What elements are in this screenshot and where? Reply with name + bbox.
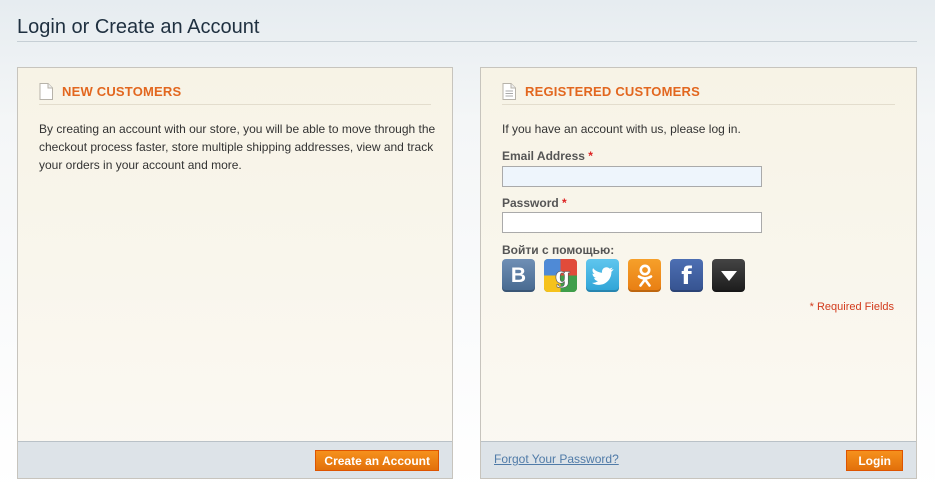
odnoklassniki-login-button[interactable] [628, 259, 661, 292]
email-label-text: Email Address [502, 149, 585, 163]
required-fields-note: * Required Fields [809, 301, 894, 313]
registered-customers-header: REGISTERED CUSTOMERS [502, 83, 895, 105]
required-mark: * [588, 149, 593, 163]
twitter-login-button[interactable] [586, 259, 619, 292]
new-customers-header: NEW CUSTOMERS [39, 83, 431, 105]
page-title: Login or Create an Account [17, 16, 260, 38]
password-field[interactable] [502, 212, 762, 233]
new-customers-panel: NEW CUSTOMERS By creating an account wit… [17, 67, 453, 479]
odnoklassniki-icon [637, 264, 652, 287]
triangle-down-icon [720, 270, 737, 281]
email-field[interactable] [502, 166, 762, 187]
login-button[interactable]: Login [846, 450, 903, 471]
twitter-icon [591, 266, 614, 285]
google-icon: g [544, 259, 577, 292]
facebook-icon: f [681, 261, 692, 290]
registered-description: If you have an account with us, please l… [502, 122, 741, 136]
vk-login-button[interactable]: B [502, 259, 535, 292]
social-login-label: Войти с помощью: [502, 243, 615, 257]
forgot-password-link[interactable]: Forgot Your Password? [494, 452, 619, 466]
vk-icon: B [510, 263, 527, 287]
required-mark: * [562, 196, 567, 210]
title-divider [17, 41, 917, 42]
password-label-text: Password [502, 196, 559, 210]
new-customers-description: By creating an account with our store, y… [39, 122, 436, 172]
registered-customers-panel: REGISTERED CUSTOMERS If you have an acco… [480, 67, 917, 479]
new-customers-title: NEW CUSTOMERS [62, 84, 182, 99]
password-label: Password * [502, 196, 567, 210]
more-providers-button[interactable] [712, 259, 745, 292]
document-icon [39, 83, 53, 100]
email-label: Email Address * [502, 149, 593, 163]
create-account-button[interactable]: Create an Account [315, 450, 439, 471]
google-login-button[interactable]: g [544, 259, 577, 292]
new-customers-footer: Create an Account [18, 441, 452, 478]
facebook-login-button[interactable]: f [670, 259, 703, 292]
document-lines-icon [502, 83, 516, 100]
svg-text:g: g [555, 263, 570, 289]
registered-customers-title: REGISTERED CUSTOMERS [525, 84, 700, 99]
registered-footer: Forgot Your Password? Login [481, 441, 916, 478]
